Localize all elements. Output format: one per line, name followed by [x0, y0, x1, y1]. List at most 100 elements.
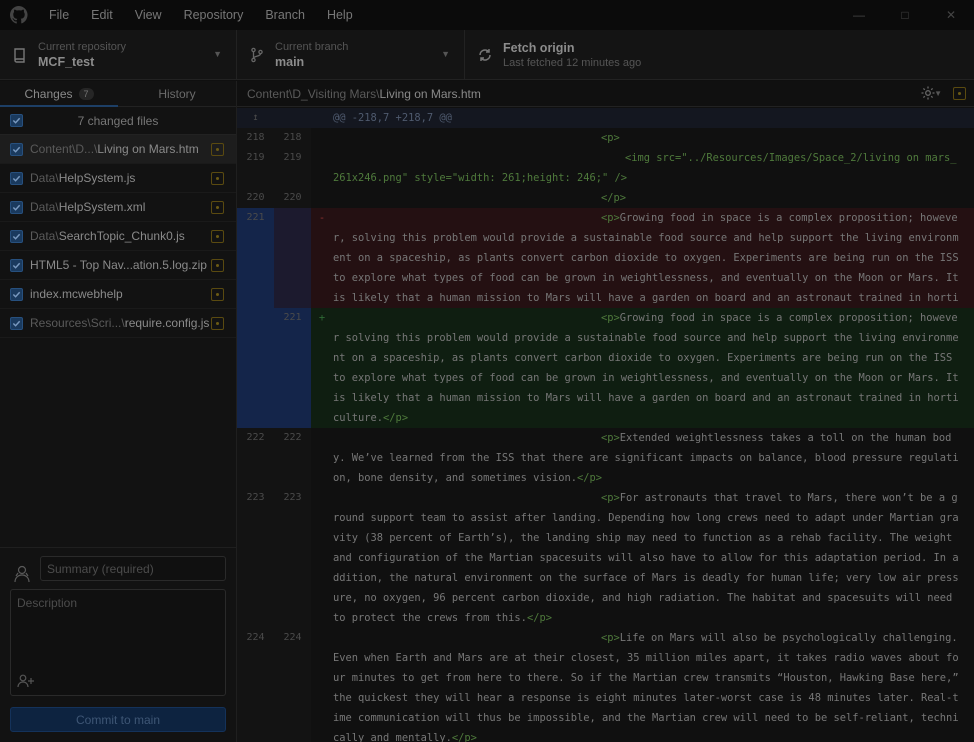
current-repository-label: Current repository [38, 41, 127, 53]
old-line-number: 218 [237, 128, 274, 148]
file-row[interactable]: index.mcwebhelp [0, 280, 236, 309]
tab-changes[interactable]: Changes 7 [0, 81, 118, 107]
github-logo-icon [10, 6, 28, 24]
window-controls: — □ ✕ [836, 0, 974, 30]
current-repository-button[interactable]: Current repository MCF_test ▼ [0, 30, 237, 80]
commit-button[interactable]: Commit to main [10, 707, 226, 732]
tab-history-label: History [158, 86, 196, 101]
file-path: Content\D...\Living on Mars.htm [30, 142, 199, 156]
line-code: <p>Growing food in space is a complex pr… [333, 212, 959, 304]
description-input[interactable] [11, 590, 225, 670]
chevron-down-icon: ▼ [213, 49, 222, 59]
old-line-number [237, 308, 274, 428]
diff-line[interactable]: 222 222 <p>Extended weightlessness takes… [237, 428, 974, 488]
maximize-icon[interactable]: □ [882, 0, 928, 30]
summary-input[interactable] [40, 556, 226, 581]
changed-files-count: 7 changed files [77, 113, 159, 128]
branch-icon [251, 47, 263, 63]
current-branch-value: main [275, 55, 305, 69]
new-line-number: 221 [274, 308, 311, 428]
line-code: <p>Extended weightlessness takes a toll … [333, 432, 959, 484]
file-modified-icon [211, 317, 224, 330]
old-line-number: 222 [237, 428, 274, 488]
old-line-number: 223 [237, 488, 274, 628]
diff-line[interactable]: 220 220 </p> [237, 188, 974, 208]
old-line-number [274, 108, 311, 128]
old-line-number: 219 [237, 148, 274, 188]
file-row[interactable]: Data\HelpSystem.xml [0, 193, 236, 222]
diff-line[interactable]: 224 224 <p>Life on Mars will also be psy… [237, 628, 974, 742]
diff-gutter: - [318, 212, 326, 224]
menu-edit[interactable]: Edit [80, 0, 124, 30]
old-line-number: 220 [237, 188, 274, 208]
file-checkbox[interactable] [10, 258, 23, 272]
file-modified-icon [211, 288, 224, 301]
diff-gutter [311, 128, 333, 148]
new-line-number [274, 208, 311, 308]
file-checkbox[interactable] [10, 142, 23, 156]
changes-sidebar: Changes 7 History 7 changed files Conten… [0, 81, 237, 742]
file-row[interactable]: Data\SearchTopic_Chunk0.js [0, 222, 236, 251]
current-repository-value: MCF_test [38, 55, 95, 69]
new-line-number: 224 [274, 628, 311, 742]
file-row[interactable]: Resources\Scri...\require.config.js [0, 309, 236, 338]
file-row[interactable]: HTML5 - Top Nav...ation.5.log.zip [0, 251, 236, 280]
new-line-number: 223 [274, 488, 311, 628]
file-row[interactable]: Data\HelpSystem.js [0, 164, 236, 193]
file-modified-icon [211, 259, 224, 272]
diff-file-path: Content\D_Visiting Mars\Living on Mars.h… [247, 86, 481, 101]
file-checkbox[interactable] [10, 229, 23, 243]
last-fetched-text: Last fetched 12 minutes ago [503, 57, 642, 69]
hunk-header: @@ -218,7 +218,7 @@ [333, 112, 452, 124]
file-checkbox[interactable] [10, 171, 23, 185]
diff-gutter [311, 628, 333, 742]
current-branch-label: Current branch [275, 41, 349, 53]
tab-history[interactable]: History [118, 81, 236, 106]
file-modified-icon [211, 230, 224, 243]
new-line-number: 218 [274, 128, 311, 148]
close-icon[interactable]: ✕ [928, 0, 974, 30]
minimize-icon[interactable]: — [836, 0, 882, 30]
diff-panel: Content\D_Visiting Mars\Living on Mars.h… [237, 81, 974, 742]
diff-line-deleted[interactable]: 221 - <p>Growing food in space is a comp… [237, 208, 974, 308]
file-path: Data\HelpSystem.xml [30, 200, 146, 214]
expand-up-icon[interactable]: ↥ [237, 108, 274, 128]
chevron-down-icon: ▼ [441, 49, 450, 59]
changes-count-badge: 7 [78, 87, 94, 100]
add-co-author-icon[interactable] [17, 674, 35, 688]
diff-line[interactable]: 218 218 <p> [237, 128, 974, 148]
file-path: HTML5 - Top Nav...ation.5.log.zip [30, 258, 207, 272]
file-checkbox[interactable] [10, 200, 23, 214]
new-line-number: 220 [274, 188, 311, 208]
fetch-origin-label: Fetch origin [503, 41, 575, 55]
tab-changes-label: Changes [24, 86, 73, 101]
menu-branch[interactable]: Branch [254, 0, 316, 30]
diff-line[interactable]: 223 223 <p>For astronauts that travel to… [237, 488, 974, 628]
file-checkbox[interactable] [10, 287, 23, 301]
file-modified-icon [211, 172, 224, 185]
line-code: <p>Growing food in space is a complex pr… [333, 312, 965, 424]
menu-help[interactable]: Help [316, 0, 364, 30]
diff-gutter [311, 148, 333, 188]
fetch-origin-button[interactable]: Fetch origin Last fetched 12 minutes ago [465, 30, 685, 80]
diff-line[interactable]: 219 219 <img src="../Resources/Images/Sp… [237, 148, 974, 188]
file-path: Data\SearchTopic_Chunk0.js [30, 229, 185, 243]
hunk-header-row: ↥ @@ -218,7 +218,7 @@ [237, 108, 974, 128]
file-row[interactable]: Content\D...\Living on Mars.htm [0, 135, 236, 164]
current-branch-button[interactable]: Current branch main ▼ [237, 30, 465, 80]
line-code: <p> [601, 132, 620, 144]
file-checkbox[interactable] [10, 316, 23, 330]
sync-icon [479, 49, 491, 61]
diff-gutter: + [318, 312, 326, 324]
chevron-down-icon: ▼ [934, 89, 942, 98]
commit-area: Commit to main [0, 547, 236, 742]
diff-gutter [311, 188, 333, 208]
repository-icon [14, 48, 25, 63]
line-code: <img src="../Resources/Images/Space_2/li… [333, 152, 957, 184]
diff-line-added[interactable]: 221 + <p>Growing food in space is a comp… [237, 308, 974, 428]
menu-view[interactable]: View [124, 0, 173, 30]
menu-file[interactable]: File [38, 0, 80, 30]
line-code: </p> [601, 192, 627, 204]
description-box [10, 589, 226, 696]
menu-repository[interactable]: Repository [173, 0, 255, 30]
